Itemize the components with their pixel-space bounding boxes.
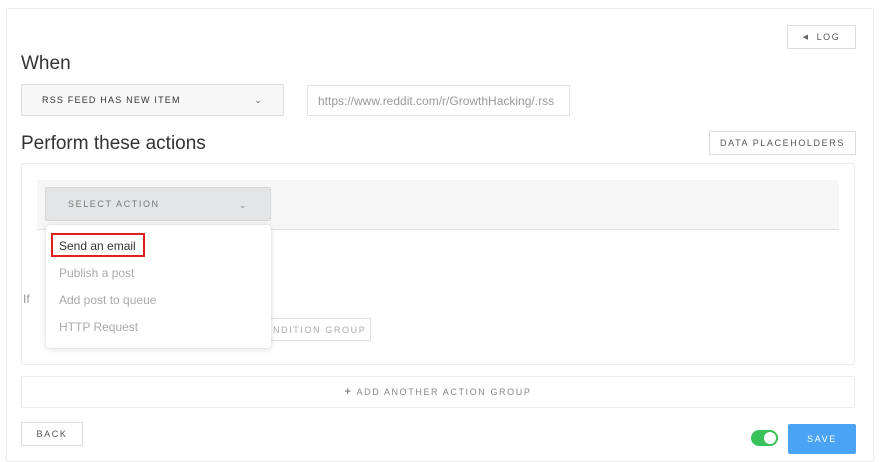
menu-item-http-request[interactable]: HTTP Request <box>59 320 138 334</box>
triangle-left-icon: ◀ <box>802 34 810 41</box>
add-condition-group-label: NDITION GROUP <box>273 324 367 335</box>
back-button[interactable]: BACK <box>21 422 83 446</box>
select-action-dropdown[interactable]: SELECT ACTION ⌄ <box>45 187 271 221</box>
log-label: LOG <box>816 32 841 42</box>
add-condition-group-button[interactable]: NDITION GROUP <box>258 318 371 341</box>
chevron-down-icon: ⌄ <box>238 200 248 210</box>
when-heading: When <box>21 53 71 74</box>
condition-if-label: If <box>23 292 30 306</box>
data-placeholders-label: DATA PLACEHOLDERS <box>720 138 845 148</box>
menu-item-send-email[interactable]: Send an email <box>59 239 136 253</box>
menu-item-add-to-queue[interactable]: Add post to queue <box>59 293 156 307</box>
rss-url-input[interactable] <box>307 85 570 116</box>
plus-icon: + <box>344 386 353 398</box>
perform-heading: Perform these actions <box>21 133 206 154</box>
add-action-group-button[interactable]: + ADD ANOTHER ACTION GROUP <box>21 376 855 408</box>
menu-item-publish-post[interactable]: Publish a post <box>59 266 134 280</box>
data-placeholders-button[interactable]: DATA PLACEHOLDERS <box>709 131 856 155</box>
back-label: BACK <box>36 429 68 439</box>
toggle-knob <box>764 432 776 444</box>
active-toggle[interactable] <box>751 430 778 446</box>
add-action-group-label: ADD ANOTHER ACTION GROUP <box>356 387 532 397</box>
save-label: SAVE <box>807 434 837 444</box>
trigger-select[interactable]: RSS FEED HAS NEW ITEM ⌄ <box>21 84 284 116</box>
save-button[interactable]: SAVE <box>788 424 856 454</box>
chevron-down-icon: ⌄ <box>254 95 263 105</box>
log-button[interactable]: ◀ LOG <box>787 25 856 49</box>
trigger-value: RSS FEED HAS NEW ITEM <box>42 95 181 105</box>
action-options-menu: Send an email Publish a post Add post to… <box>46 225 271 348</box>
select-action-label: SELECT ACTION <box>68 199 160 209</box>
